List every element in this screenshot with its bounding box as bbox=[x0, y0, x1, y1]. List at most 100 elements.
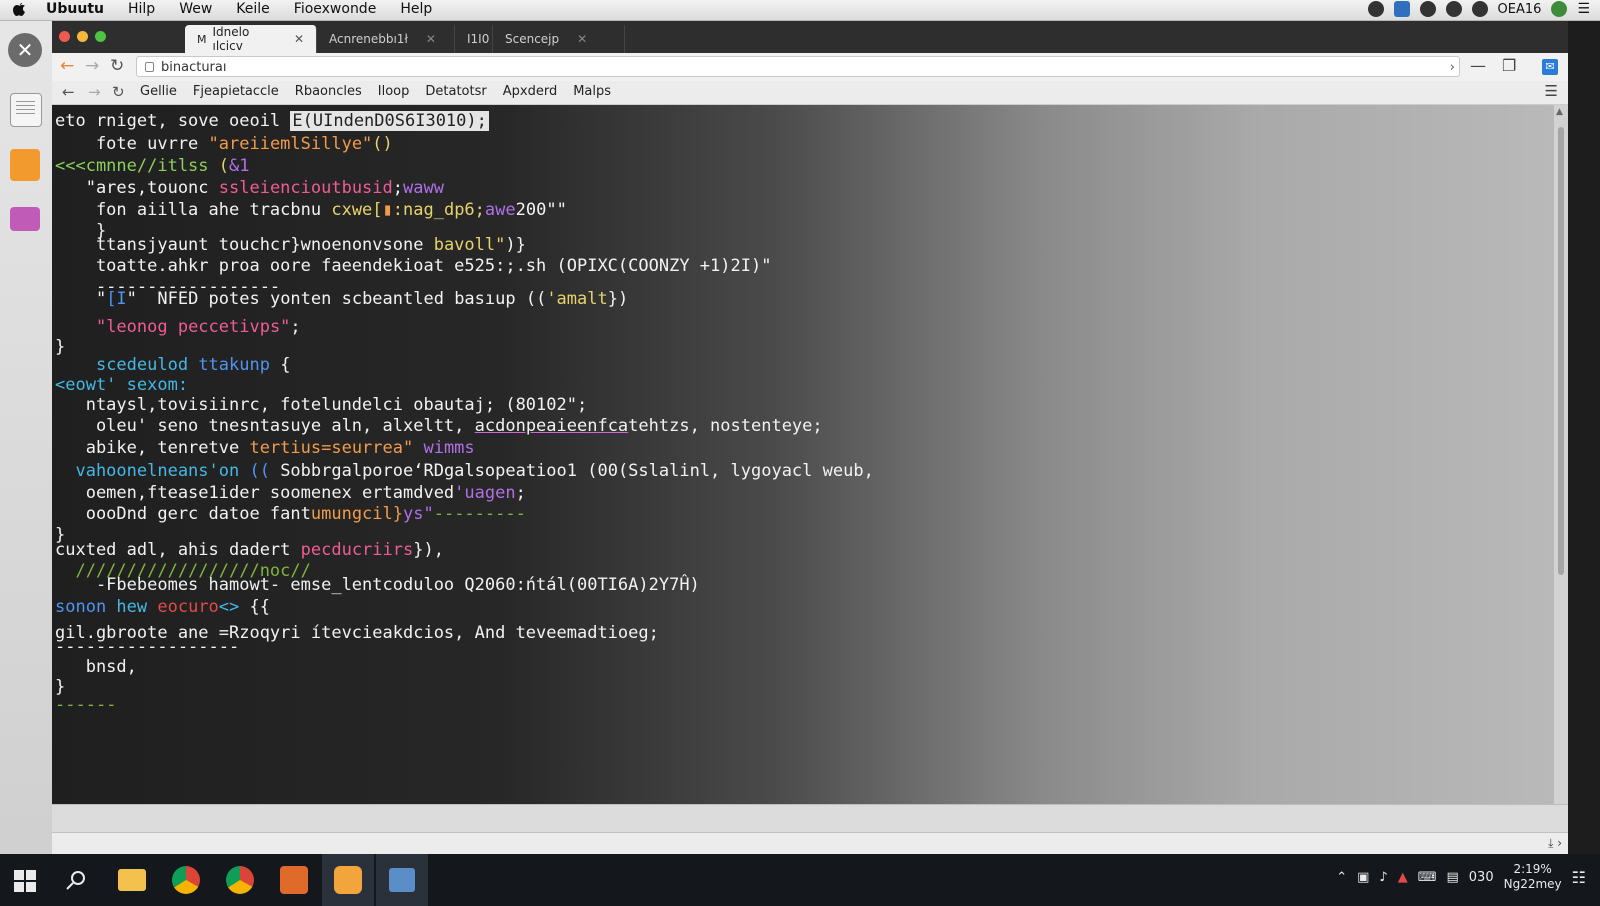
notifications-icon[interactable]: ☷ bbox=[1572, 868, 1586, 887]
page-info-icon[interactable] bbox=[145, 62, 154, 72]
code-token: ; bbox=[392, 178, 404, 198]
search-icon[interactable] bbox=[50, 854, 102, 906]
menu-item-3[interactable]: Wew bbox=[179, 1, 212, 17]
app-icon-orange[interactable] bbox=[268, 854, 320, 906]
bookmark-item[interactable]: Rbaoncles bbox=[295, 84, 362, 99]
taskbar-clock[interactable]: 2:19% Ng22mey bbox=[1504, 862, 1562, 892]
code-token: acdonpeaieenfca bbox=[474, 416, 629, 436]
zoom-window-button[interactable] bbox=[95, 31, 106, 42]
reload-icon[interactable]: ↻ bbox=[110, 56, 124, 76]
code-line: oemen,ftease1ider soomenex ertamdved'uag… bbox=[55, 483, 526, 503]
code-line: "leonog peccetivps"; bbox=[55, 317, 301, 337]
code-token: "leonog peccetivps" bbox=[95, 317, 291, 337]
code-token: abike, tenretve bbox=[55, 438, 250, 458]
wifi-icon[interactable] bbox=[1445, 1, 1462, 17]
code-token: 200"" bbox=[515, 200, 567, 220]
file-explorer-icon[interactable] bbox=[106, 854, 158, 906]
bottom-panel bbox=[52, 804, 1568, 833]
bookmark-item[interactable]: Fjeapietaccle bbox=[193, 84, 279, 99]
tab-close-icon[interactable]: ✕ bbox=[294, 32, 304, 46]
app-icon-window[interactable] bbox=[376, 854, 428, 906]
dropbox-icon[interactable] bbox=[1393, 1, 1410, 17]
mail-icon[interactable]: ✉ bbox=[1542, 59, 1558, 75]
shield-icon[interactable] bbox=[1471, 1, 1488, 17]
tab-close-icon[interactable]: ✕ bbox=[426, 32, 436, 46]
tab-4[interactable]: Scencejp ✕ bbox=[493, 25, 625, 53]
list-icon[interactable]: ☰ bbox=[1577, 1, 1590, 17]
info-icon[interactable] bbox=[1367, 1, 1384, 17]
code-token: waww bbox=[403, 178, 444, 198]
restore-icon[interactable]: ❐ bbox=[1502, 56, 1516, 75]
code-token: bnsd, bbox=[55, 657, 137, 677]
tab-close-icon[interactable]: ✕ bbox=[577, 32, 587, 46]
tab-favicon: M bbox=[197, 32, 207, 46]
menu-item-2[interactable]: Hilp bbox=[128, 1, 155, 17]
scrollbar-thumb[interactable] bbox=[1558, 127, 1564, 575]
document-icon[interactable] bbox=[10, 93, 42, 127]
forward-arrow-icon[interactable]: → bbox=[85, 56, 99, 76]
back-arrow-icon[interactable]: ← bbox=[60, 56, 74, 76]
code-token: ------ bbox=[55, 695, 117, 715]
code-line: "[I" NFED potes yonten scbeantled basıup… bbox=[55, 289, 628, 309]
code-token: eocuro bbox=[157, 597, 219, 617]
code-line: } bbox=[55, 677, 65, 697]
display-icon[interactable]: ▤ bbox=[1446, 870, 1458, 885]
close-icon[interactable]: ✕ bbox=[8, 33, 42, 67]
close-window-button[interactable] bbox=[59, 31, 70, 42]
apple-icon[interactable] bbox=[12, 1, 26, 17]
windows-start-icon[interactable] bbox=[14, 870, 36, 892]
code-token: vahoonelneans'on bbox=[55, 461, 250, 481]
tab-2[interactable]: Acnrenebbı1ł ✕ bbox=[317, 25, 455, 53]
menu-item-help[interactable]: Help bbox=[400, 1, 432, 17]
code-line: ttansjyaunt touchcr}wnoenonvsone bavoll"… bbox=[55, 235, 526, 255]
alert-icon[interactable]: ▲ bbox=[1398, 870, 1408, 885]
bookmark-item[interactable]: Apxderd bbox=[503, 84, 557, 99]
code-token: hew bbox=[116, 597, 158, 617]
volume-icon[interactable]: ♪ bbox=[1379, 870, 1387, 885]
chevron-up-icon[interactable]: ⌃ bbox=[1336, 870, 1347, 885]
vertical-scrollbar[interactable]: ▲ bbox=[1554, 105, 1568, 804]
url-dropdown-icon[interactable]: › bbox=[1450, 57, 1455, 78]
chat-icon[interactable] bbox=[1419, 1, 1436, 17]
code-token: ( bbox=[218, 156, 230, 176]
code-token: wimms bbox=[413, 438, 475, 458]
code-token: oemen,ftease1ider soomenex ertamdved bbox=[55, 483, 455, 503]
bookmark-item[interactable]: Iloop bbox=[378, 84, 410, 99]
refresh-icon[interactable]: ↻ bbox=[112, 83, 125, 101]
code-token: ttansjyaunt touchcr bbox=[55, 235, 291, 255]
usb-drive-icon[interactable] bbox=[10, 207, 40, 231]
code-token: {{ bbox=[239, 597, 270, 617]
scroll-up-icon[interactable]: ▲ bbox=[1556, 107, 1563, 117]
minimize-icon[interactable]: — bbox=[1470, 56, 1486, 75]
menubar-clock[interactable]: OEA16 bbox=[1498, 2, 1542, 17]
code-viewport[interactable]: eto rniget, sove oeoil E(UIndenD0S6I3010… bbox=[52, 105, 1554, 804]
url-field[interactable]: binacturaı › bbox=[136, 56, 1460, 77]
code-token: bavoll" bbox=[433, 235, 506, 255]
folder-icon[interactable] bbox=[10, 149, 40, 181]
minimize-window-button[interactable] bbox=[77, 31, 88, 42]
hamburger-menu-icon[interactable]: ☰ bbox=[1545, 82, 1558, 100]
bookmark-item[interactable]: Malps bbox=[573, 84, 611, 99]
code-token: oooDnd gerc datoe fant bbox=[55, 504, 311, 524]
forward-icon[interactable]: → bbox=[88, 83, 101, 101]
menu-item-app[interactable]: Ubuutu bbox=[46, 1, 104, 17]
status-globe-icon[interactable] bbox=[1551, 1, 1568, 17]
keyboard-icon[interactable]: ⌨ bbox=[1418, 870, 1437, 885]
taskbar: ⌃ ▣ ♪ ▲ ⌨ ▤ 030 2:19% Ng22mey ☷ bbox=[0, 854, 1600, 906]
network-icon[interactable]: ▣ bbox=[1357, 870, 1369, 885]
code-line: bnsd, bbox=[55, 657, 137, 677]
menu-item-4[interactable]: Keile bbox=[236, 1, 270, 17]
menu-item-5[interactable]: Fioexwonde bbox=[294, 1, 377, 17]
app-icon-active[interactable] bbox=[322, 854, 374, 906]
tab-active[interactable]: M Idnelo ılcicv ✕ bbox=[185, 25, 317, 53]
chrome-icon[interactable] bbox=[160, 854, 212, 906]
tab-3[interactable]: I1I0 bbox=[455, 25, 493, 53]
back-icon[interactable]: ← bbox=[62, 83, 75, 101]
chrome-icon-2[interactable] bbox=[214, 854, 266, 906]
code-line: fon aiilla ahe tracbnu cxwe[▮:nag_dp6;aw… bbox=[55, 200, 567, 220]
status-arrows-icon[interactable]: ⤓ › bbox=[1548, 836, 1562, 851]
code-token: scedeulod bbox=[95, 355, 199, 375]
bookmark-item[interactable]: Detatotsr bbox=[425, 84, 486, 99]
bookmark-item[interactable]: Gellie bbox=[140, 84, 177, 99]
